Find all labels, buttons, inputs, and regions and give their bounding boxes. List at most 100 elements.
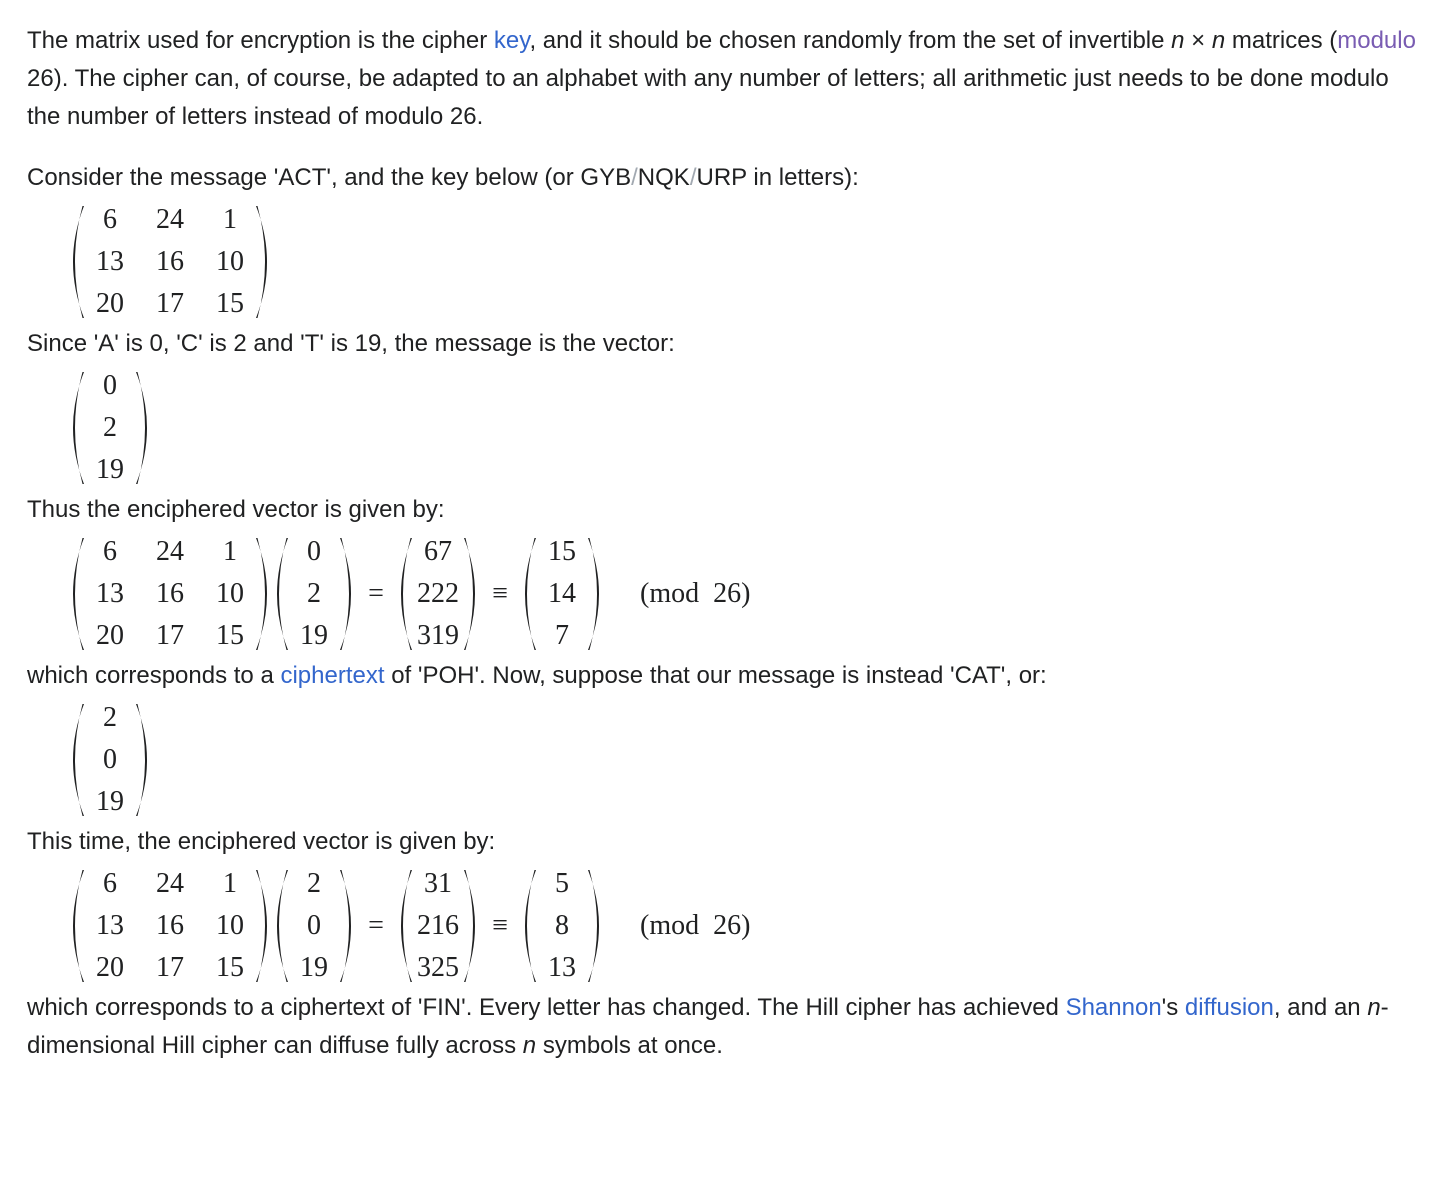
matrix-entry: 0 [307, 910, 321, 941]
math-n: n [1211, 27, 1226, 54]
text: of 'POH'. Now, suppose that our message … [384, 662, 1047, 689]
matrix-grid: 6 24 1 13 16 10 20 17 15 [80, 531, 260, 657]
matrix-entry: 222 [417, 578, 459, 609]
product-vector: 67 222 319 [400, 531, 476, 657]
matrix-entry: 24 [156, 868, 184, 899]
matrix-entry: 20 [96, 952, 124, 983]
message-vector: 2 0 19 [276, 863, 352, 989]
modulus: (mod 26) [640, 578, 751, 609]
separator: / [631, 164, 638, 191]
matrix-entry: 2 [307, 868, 321, 899]
paragraph-consider: Consider the message 'ACT', and the key … [27, 159, 1432, 197]
right-parenthesis [340, 870, 351, 982]
modulus: (mod 26) [640, 910, 751, 941]
math-n: n [1171, 27, 1185, 54]
text: NQK [637, 164, 690, 191]
matrix-entry: 6 [103, 204, 117, 235]
text: URP in letters): [696, 164, 859, 191]
math-n: n [522, 1032, 537, 1059]
paragraph-diffusion: which corresponds to a ciphertext of 'FI… [27, 989, 1427, 1065]
matrix-entry: 319 [417, 620, 459, 651]
text: symbols at once. [536, 1032, 723, 1059]
matrix-entry: 2 [307, 578, 321, 609]
matrix-entry: 0 [307, 536, 321, 567]
vector-cat-display: 2 0 19 [72, 701, 1432, 819]
congruent-sign: ≡ [492, 578, 508, 609]
matrix-entry: 19 [300, 620, 328, 651]
matrix-grid: 31 216 325 [408, 863, 468, 989]
message-vector: 0 2 19 [72, 365, 148, 491]
matrix-grid: 5 8 13 [532, 863, 592, 989]
matrix-entry: 24 [156, 204, 184, 235]
matrix-entry: 19 [300, 952, 328, 983]
vector-act-display: 0 2 19 [72, 369, 1432, 487]
key-matrix: 6 24 1 13 16 10 20 17 15 [72, 531, 268, 657]
math-n: n [1367, 994, 1381, 1021]
matrix-entry: 16 [156, 578, 184, 609]
right-parenthesis [136, 372, 147, 484]
right-parenthesis [464, 870, 475, 982]
matrix-entry: 6 [103, 868, 117, 899]
matrix-entry: 1 [223, 536, 237, 567]
matrix-entry: 6 [103, 536, 117, 567]
matrix-entry: 2 [103, 412, 117, 443]
paragraph-ciphertext-poh: which corresponds to a ciphertext of 'PO… [27, 657, 1432, 695]
right-parenthesis [256, 206, 267, 318]
matrix-entry: 1 [223, 868, 237, 899]
text: matrices ( [1225, 27, 1338, 54]
matrix-entry: 15 [548, 536, 576, 567]
paragraph-message-vector: Since 'A' is 0, 'C' is 2 and 'T' is 19, … [27, 330, 675, 357]
matrix-entry: 0 [103, 744, 117, 775]
matrix-grid: 15 14 7 [532, 531, 592, 657]
text: which corresponds to a [27, 662, 281, 689]
congruent-sign: ≡ [492, 910, 508, 941]
link-shannon[interactable]: Shannon [1066, 994, 1162, 1021]
equals-sign: = [368, 910, 384, 941]
matrix-grid: 0 2 19 [80, 365, 140, 491]
text: 26). The cipher can, of course, be adapt… [27, 65, 1389, 130]
equation-1: 6 24 1 13 16 10 20 17 15 0 2 19 = 67 222 319 ≡ 15 14 7… [72, 535, 1432, 653]
matrix-entry: 325 [417, 952, 459, 983]
text: × [1184, 27, 1212, 54]
right-parenthesis [256, 870, 267, 982]
link-ciphertext[interactable]: ciphertext [280, 662, 384, 689]
matrix-entry: 31 [424, 868, 452, 899]
matrix-entry: 14 [548, 578, 576, 609]
matrix-entry: 1 [223, 204, 237, 235]
text: The matrix used for encryption is the ci… [27, 27, 494, 54]
equation-2: 6 24 1 13 16 10 20 17 15 2 0 19 = 31 216 325 ≡ 5 8 13 … [72, 867, 1432, 985]
matrix-entry: 17 [156, 620, 184, 651]
right-parenthesis [464, 538, 475, 650]
matrix-entry: 15 [216, 952, 244, 983]
link-key[interactable]: key [494, 27, 530, 54]
matrix-grid: 6 24 1 13 16 10 20 17 15 [80, 199, 260, 325]
text: , and an [1273, 994, 1368, 1021]
key-matrix: 6 24 1 13 16 10 20 17 15 [72, 199, 268, 325]
link-modulo[interactable]: modulo [1337, 27, 1416, 54]
matrix-entry: 20 [96, 620, 124, 651]
matrix-entry: 0 [103, 370, 117, 401]
right-parenthesis [256, 538, 267, 650]
matrix-entry: 16 [156, 910, 184, 941]
matrix-grid: 67 222 319 [408, 531, 468, 657]
article-section: The matrix used for encryption is the ci… [0, 0, 1432, 1065]
link-diffusion[interactable]: diffusion [1185, 994, 1274, 1021]
matrix-entry: 13 [96, 246, 124, 277]
reduced-vector: 15 14 7 [524, 531, 600, 657]
key-matrix: 6 24 1 13 16 10 20 17 15 [72, 863, 268, 989]
product-vector: 31 216 325 [400, 863, 476, 989]
paragraph-enciphered-2: This time, the enciphered vector is give… [27, 828, 496, 855]
matrix-entry: 20 [96, 288, 124, 319]
text: which corresponds to a ciphertext of 'FI… [27, 994, 1066, 1021]
matrix-entry: 15 [216, 288, 244, 319]
message-vector: 0 2 19 [276, 531, 352, 657]
right-parenthesis [136, 704, 147, 816]
matrix-grid: 2 0 19 [80, 697, 140, 823]
matrix-entry: 13 [96, 578, 124, 609]
matrix-entry: 19 [96, 786, 124, 817]
matrix-entry: 17 [156, 952, 184, 983]
paragraph-enciphered: Thus the enciphered vector is given by: [27, 496, 445, 523]
right-parenthesis [588, 538, 599, 650]
paragraph-key-description: The matrix used for encryption is the ci… [27, 22, 1427, 136]
right-parenthesis [588, 870, 599, 982]
